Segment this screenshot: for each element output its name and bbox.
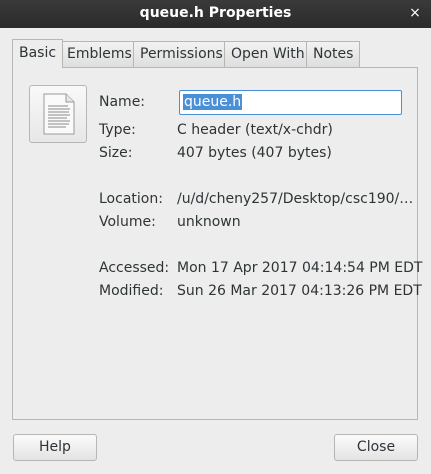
close-icon[interactable]: × xyxy=(407,5,423,21)
modified-label: Modified: xyxy=(99,283,164,299)
file-icon-button[interactable] xyxy=(29,85,87,143)
name-value: queue.h xyxy=(183,94,243,110)
volume-value: unknown xyxy=(177,214,241,230)
basic-panel: Name: queue.h Type: C header (text/x-chd… xyxy=(12,67,422,420)
volume-label: Volume: xyxy=(99,214,156,230)
accessed-value: Mon 17 Apr 2017 04:14:54 PM EDT xyxy=(177,260,423,276)
help-button[interactable]: Help xyxy=(13,434,97,461)
text-document-icon xyxy=(43,93,75,135)
tab-basic[interactable]: Basic xyxy=(12,39,64,68)
accessed-label: Accessed: xyxy=(99,260,170,276)
modified-value: Sun 26 Mar 2017 04:13:26 PM EDT xyxy=(177,283,422,299)
close-button[interactable]: Close xyxy=(334,434,418,461)
tab-notes[interactable]: Notes xyxy=(306,41,361,67)
name-label: Name: xyxy=(99,94,146,110)
location-label: Location: xyxy=(99,191,163,207)
type-value: C header (text/x-chdr) xyxy=(177,122,333,138)
properties-window: queue.h Properties × Basic Emblems Permi… xyxy=(0,0,431,474)
tab-permissions[interactable]: Permissions xyxy=(133,41,230,67)
title-bar[interactable]: queue.h Properties × xyxy=(0,0,431,28)
size-label: Size: xyxy=(99,145,133,161)
window-title: queue.h Properties xyxy=(139,5,292,21)
type-label: Type: xyxy=(99,122,136,138)
size-value: 407 bytes (407 bytes) xyxy=(177,145,332,161)
tab-emblems[interactable]: Emblems xyxy=(60,41,139,67)
name-field[interactable]: queue.h xyxy=(179,90,402,115)
tab-open-with[interactable]: Open With xyxy=(224,41,312,67)
location-value: /u/d/cheny257/Desktop/csc190/… xyxy=(177,191,414,207)
